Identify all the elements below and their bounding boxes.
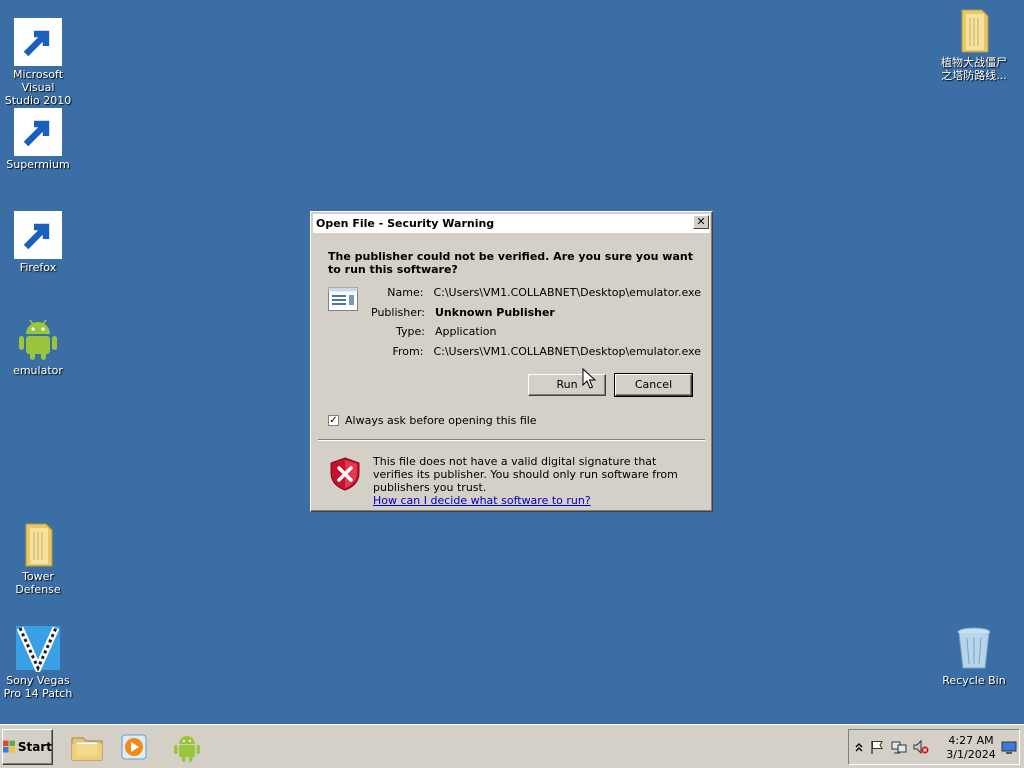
shortcut-arrow-icon: [14, 108, 62, 156]
windows-logo-icon: [3, 740, 15, 753]
desktop-icon-tower-defense[interactable]: Tower Defense: [0, 520, 76, 596]
dialog-headline: The publisher could not be verified. Are…: [328, 250, 693, 276]
taskbar-explorer[interactable]: [70, 730, 104, 764]
clock[interactable]: 4:27 AM 3/1/2024: [945, 734, 997, 762]
help-link[interactable]: How can I decide what software to run?: [373, 494, 591, 507]
property-row-name: Name: C:\Users\VM1.COLLABNET\Desktop\emu…: [371, 283, 701, 303]
show-desktop-icon[interactable]: [1001, 739, 1017, 755]
application-icon: [328, 287, 358, 311]
folder-icon: [25, 523, 53, 567]
media-player-icon: [121, 734, 147, 760]
recycle-bin-icon: [957, 627, 991, 669]
start-button[interactable]: Start: [2, 729, 53, 765]
folder-icon: [961, 9, 989, 53]
desktop-icon-label: Studio 2010: [4, 94, 72, 107]
vegas-icon: [16, 626, 60, 672]
always-ask-checkbox[interactable]: ✓ Always ask before opening this file: [328, 414, 537, 427]
warning-message: This file does not have a valid digital …: [373, 455, 693, 507]
desktop-icon-label: 之塔防路线...: [941, 69, 1007, 82]
property-key: Name:: [387, 286, 424, 299]
clock-date: 3/1/2024: [946, 748, 996, 761]
close-button[interactable]: ✕: [693, 215, 709, 229]
folder-icon: [71, 737, 103, 761]
close-icon: ✕: [696, 215, 706, 228]
property-value: C:\Users\VM1.COLLABNET\Desktop\emulator.…: [433, 344, 701, 358]
file-properties: Name: C:\Users\VM1.COLLABNET\Desktop\emu…: [371, 283, 701, 361]
clock-time: 4:27 AM: [948, 734, 994, 747]
property-row-type: Type: Application: [371, 322, 701, 342]
checkbox-check-icon[interactable]: ✓: [328, 415, 339, 426]
property-key: Publisher:: [371, 305, 426, 319]
taskbar-emulator[interactable]: [170, 730, 204, 764]
speaker-muted-icon[interactable]: [913, 739, 929, 755]
property-key: From:: [392, 344, 424, 358]
property-value: Unknown Publisher: [435, 305, 555, 319]
desktop-icon-label: Sony Vegas: [6, 674, 70, 687]
mouse-cursor-icon: [582, 368, 596, 389]
desktop-icon-label: Microsoft Visual: [12, 68, 64, 94]
divider: [318, 439, 705, 441]
android-icon: [19, 319, 57, 360]
desktop-icon-sony-vegas[interactable]: Sony Vegas Pro 14 Patch: [0, 624, 76, 700]
desktop-icon-pvz-folder[interactable]: 植物大战僵尸 之塔防路线...: [936, 6, 1012, 82]
security-warning-dialog: Open File - Security Warning ✕ The publi…: [310, 211, 713, 512]
property-row-from: From: C:\Users\VM1.COLLABNET\Desktop\emu…: [371, 342, 702, 362]
property-value: Application: [435, 325, 497, 338]
shortcut-arrow-icon: [14, 18, 62, 66]
flag-icon[interactable]: [869, 739, 885, 755]
desktop-icon-label: Recycle Bin: [942, 674, 1006, 687]
shield-error-icon: [330, 457, 360, 491]
android-icon: [174, 736, 200, 762]
checkbox-label: Always ask before opening this file: [345, 414, 537, 427]
desktop-icon-label: Tower Defense: [15, 570, 61, 596]
taskbar-media-player[interactable]: [118, 730, 152, 764]
system-tray: 4:27 AM 3/1/2024: [848, 729, 1020, 765]
desktop-icon-supermium[interactable]: Supermium: [0, 108, 76, 171]
desktop-icon-label: 植物大战僵尸: [941, 56, 1007, 69]
taskbar: Start 4:27 AM 3/1/2024: [0, 724, 1024, 768]
warning-text: This file does not have a valid digital …: [373, 455, 678, 494]
start-label: Start: [17, 740, 52, 754]
desktop-icon-label: Supermium: [6, 158, 70, 171]
desktop-icon-emulator[interactable]: emulator: [0, 314, 76, 377]
desktop-icon-recycle-bin[interactable]: Recycle Bin: [936, 624, 1012, 687]
cancel-button[interactable]: Cancel: [614, 373, 693, 397]
property-row-publisher: Publisher: Unknown Publisher: [371, 303, 701, 323]
chevron-up-icon[interactable]: [851, 739, 867, 755]
desktop-icon-label: Firefox: [19, 261, 57, 274]
dialog-title-bar[interactable]: Open File - Security Warning ✕: [313, 214, 710, 233]
shortcut-arrow-icon: [14, 211, 62, 259]
desktop-icon-label: emulator: [13, 364, 63, 377]
desktop-icon-firefox[interactable]: Firefox: [0, 211, 76, 274]
desktop-icon-label: Pro 14 Patch: [3, 687, 73, 700]
property-value: C:\Users\VM1.COLLABNET\Desktop\emulator.…: [433, 286, 701, 299]
property-key: Type:: [396, 325, 425, 338]
network-icon[interactable]: [891, 739, 907, 755]
dialog-title: Open File - Security Warning: [316, 217, 495, 230]
desktop-icon-visual-studio[interactable]: Microsoft Visual Studio 2010: [0, 18, 76, 107]
